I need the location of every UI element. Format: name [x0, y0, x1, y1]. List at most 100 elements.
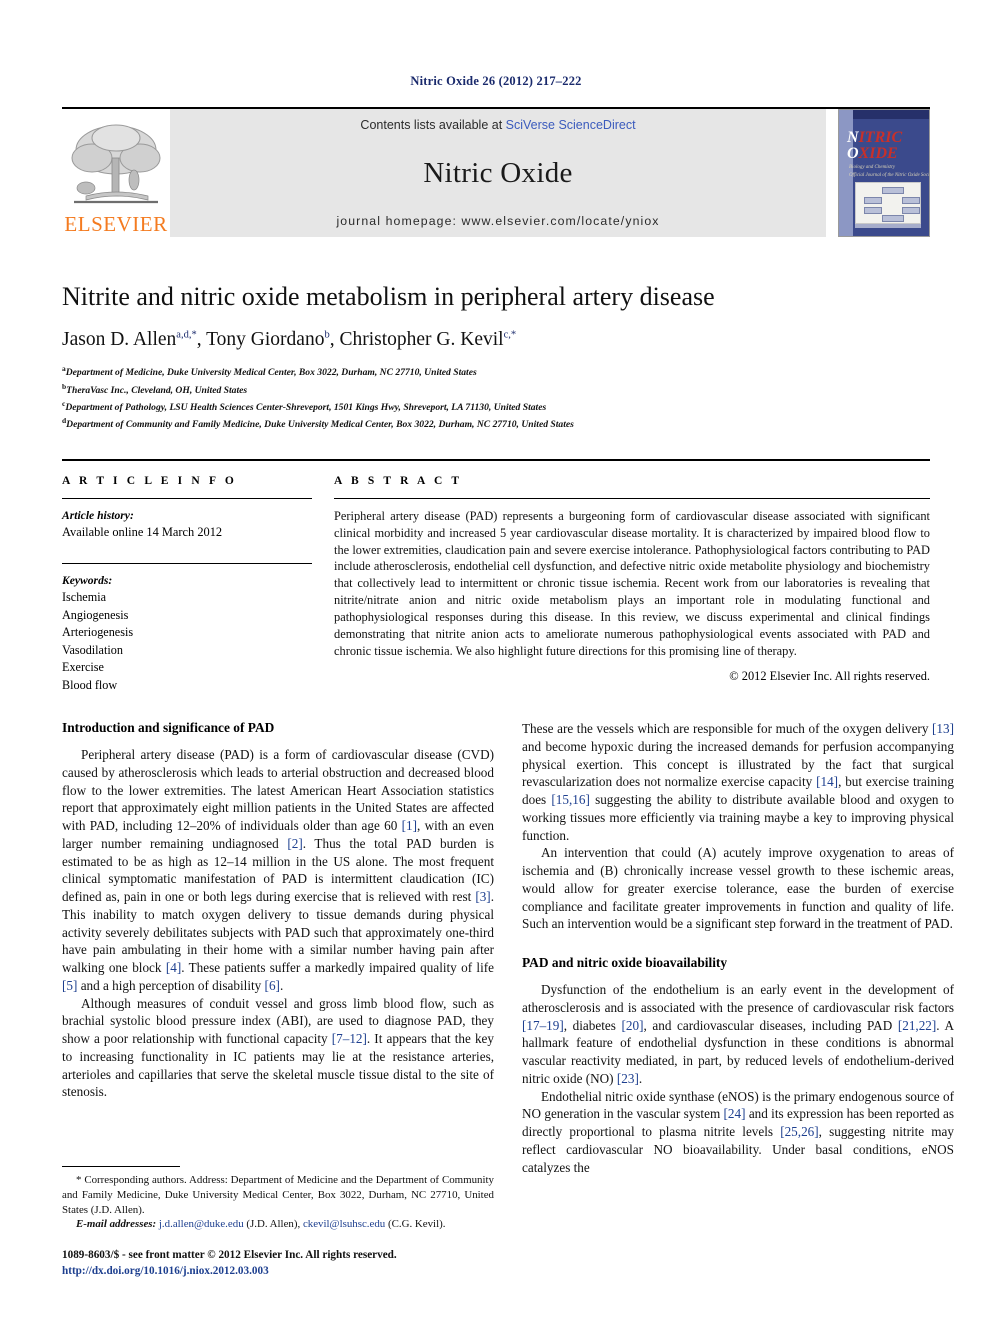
citation-ref[interactable]: [7–12] — [332, 1031, 367, 1046]
contents-available-line: Contents lists available at SciVerse Sci… — [360, 118, 635, 132]
journal-banner: Contents lists available at SciVerse Sci… — [170, 109, 826, 237]
cover-figure-thumbnail — [855, 182, 921, 224]
contents-prefix: Contents lists available at — [360, 118, 506, 132]
affiliation-list: aDepartment of Medicine, Duke University… — [62, 363, 930, 433]
journal-homepage-link[interactable]: journal homepage: www.elsevier.com/locat… — [336, 214, 659, 228]
journal-cover-thumbnail: NITRIC OXIDE Biology and Chemistry Offic… — [838, 109, 930, 237]
email-link-allen[interactable]: j.d.allen@duke.edu — [159, 1218, 244, 1230]
affiliation-item: dDepartment of Community and Family Medi… — [62, 415, 930, 432]
author-name: Jason D. Allen — [62, 329, 177, 351]
text-run: (C.G. Kevil). — [385, 1218, 446, 1231]
author-affil-marks: a,d,* — [176, 329, 197, 341]
cover-subtitle: Biology and Chemistry Official Journal o… — [849, 164, 930, 179]
imprint-block: 1089-8603/$ - see front matter © 2012 El… — [62, 1248, 494, 1280]
author-affil-marks: c,* — [503, 329, 517, 341]
citation-ref[interactable]: [1] — [402, 818, 417, 833]
cover-topbar — [853, 110, 929, 119]
divider — [334, 497, 930, 499]
body-paragraph: Peripheral artery disease (PAD) is a for… — [62, 746, 494, 995]
journal-masthead: ELSEVIER Contents lists available at Sci… — [62, 107, 930, 237]
citation-ref[interactable]: [14] — [816, 774, 838, 789]
article-first-page: Nitric Oxide 26 (2012) 217–222 ELSEVIER … — [0, 0, 992, 1323]
text-run: These are the vessels which are responsi… — [522, 721, 933, 737]
body-column-right: These are the vessels which are responsi… — [522, 720, 954, 1280]
citation-ref[interactable]: [23] — [617, 1071, 639, 1086]
keyword-item: Exercise — [62, 660, 104, 675]
citation-ref[interactable]: [21,22] — [898, 1018, 936, 1033]
cover-line1-rest: ITRIC — [858, 129, 903, 146]
citation-ref[interactable]: [3] — [475, 889, 490, 904]
keyword-item: Angiogenesis — [62, 607, 129, 622]
keyword-item: Arteriogenesis — [62, 625, 134, 640]
elsevier-tree-icon — [66, 118, 166, 214]
issn-copyright-line: 1089-8603/$ - see front matter © 2012 El… — [62, 1249, 397, 1262]
abstract-copyright: © 2012 Elsevier Inc. All rights reserved… — [729, 668, 930, 683]
citation-ref[interactable]: [24] — [724, 1106, 746, 1121]
abstract-text: Peripheral artery disease (PAD) represen… — [334, 508, 930, 659]
article-history-value: Available online 14 March 2012 — [62, 525, 223, 540]
footnote-email-addresses: E-mail addresses: j.d.allen@duke.edu (J.… — [62, 1217, 494, 1232]
article-title: Nitrite and nitric oxide metabolism in p… — [62, 282, 715, 311]
citation-ref[interactable]: [4] — [166, 960, 181, 975]
cover-line2-rest: XIDE — [858, 145, 898, 163]
abstract-column: A B S T R A C T Peripheral artery diseas… — [334, 475, 930, 694]
citation-ref[interactable]: [2] — [287, 836, 302, 851]
citation-ref[interactable]: [6] — [265, 978, 280, 993]
affiliation-item: bTheraVasc Inc., Cleveland, OH, United S… — [62, 381, 930, 398]
citation-ref[interactable]: [15,16] — [551, 792, 589, 807]
elsevier-wordmark: ELSEVIER — [64, 212, 168, 236]
affiliation-item: cDepartment of Pathology, LSU Health Sci… — [62, 398, 930, 415]
cover-line2-cap: O — [847, 145, 859, 163]
body-paragraph: Endothelial nitric oxide synthase (eNOS)… — [522, 1088, 954, 1177]
citation-ref[interactable]: [17–19] — [522, 1018, 564, 1033]
affiliation-text: Department of Medicine, Duke University … — [65, 367, 477, 379]
cover-line1-cap: N — [847, 129, 859, 146]
cover-title: NITRIC OXIDE — [847, 129, 903, 163]
text-run: and a high perception of disability — [77, 977, 265, 993]
author-name: Tony Giordano — [206, 329, 325, 351]
body-paragraph: An intervention that could (A) acutely i… — [522, 845, 954, 932]
author-affil-marks: b — [324, 329, 330, 341]
cover-bottom-rule — [855, 224, 921, 228]
text-run: (J.D. Allen), — [243, 1218, 303, 1231]
citation-ref[interactable]: [13] — [932, 721, 954, 736]
divider — [62, 563, 312, 564]
keyword-item: Vasodilation — [62, 642, 123, 657]
body-paragraph: Dysfunction of the endothelium is an ear… — [522, 981, 954, 1088]
text-run: . These patients suffer a markedly impai… — [181, 960, 494, 976]
article-history-label: Article history: — [62, 508, 134, 522]
keywords-label: Keywords: — [62, 574, 113, 587]
doi-link[interactable]: http://dx.doi.org/10.1016/j.niox.2012.03… — [62, 1264, 494, 1280]
divider — [62, 497, 312, 499]
keyword-item: Blood flow — [62, 677, 118, 692]
body-paragraph: Although measures of conduit vessel and … — [62, 995, 494, 1102]
keyword-item: Ischemia — [62, 590, 106, 605]
email-link-kevil[interactable]: ckevil@lsuhsc.edu — [303, 1218, 385, 1230]
affiliation-item: aDepartment of Medicine, Duke University… — [62, 363, 930, 380]
cover-subtitle-line1: Biology and Chemistry — [849, 165, 896, 170]
text-run: Dysfunction of the endothelium is an ear… — [522, 982, 954, 1015]
running-head: Nitric Oxide 26 (2012) 217–222 — [410, 74, 582, 88]
citation-ref[interactable]: [25,26] — [780, 1124, 818, 1139]
info-abstract-row: A R T I C L E I N F O Article history: A… — [62, 458, 930, 694]
affiliation-text: TheraVasc Inc., Cleveland, OH, United St… — [66, 384, 248, 396]
text-run: , diabetes — [563, 1017, 622, 1033]
affiliation-text: Department of Community and Family Medic… — [66, 419, 574, 431]
sciencedirect-link[interactable]: SciVerse ScienceDirect — [506, 118, 636, 132]
abstract-heading: A B S T R A C T — [334, 474, 463, 487]
citation-ref[interactable]: [20] — [621, 1018, 643, 1033]
footnote-divider — [62, 1165, 180, 1167]
footnote-corresponding-author: * Corresponding authors. Address: Depart… — [62, 1173, 494, 1216]
footnotes-block: * Corresponding authors. Address: Depart… — [62, 1165, 494, 1280]
cover-subtitle-line2: Official Journal of the Nitric Oxide Soc… — [849, 172, 930, 178]
body-column-left: Introduction and significance of PAD Per… — [62, 720, 494, 1280]
elsevier-logo: ELSEVIER — [62, 109, 170, 237]
body-paragraph: These are the vessels which are responsi… — [522, 720, 954, 844]
citation-ref[interactable]: [5] — [62, 978, 77, 993]
text-run: . — [279, 977, 284, 993]
email-label: E-mail addresses: — [76, 1218, 157, 1231]
affiliation-text: Department of Pathology, LSU Health Scie… — [65, 402, 547, 414]
author-name: Christopher G. Kevil — [339, 329, 504, 351]
section-heading-pad-no-bioavailability: PAD and nitric oxide bioavailability — [522, 955, 728, 971]
text-run: , and cardiovascular diseases, including… — [643, 1017, 898, 1033]
